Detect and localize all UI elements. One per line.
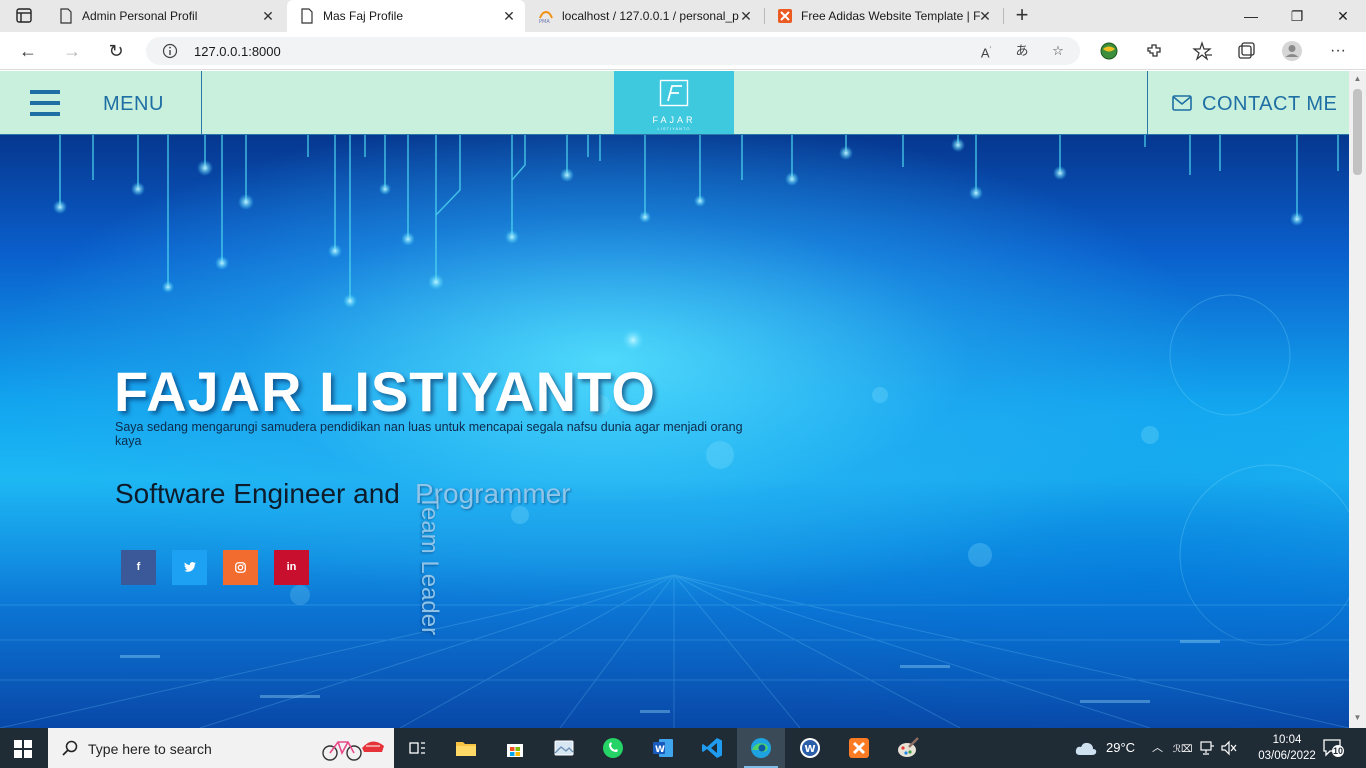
linkedin-icon: in [286,561,297,573]
url-field[interactable]: 127.0.0.1:8000 Aʼ あ ☆ [146,37,1080,65]
windows-taskbar: Type here to search W W 29°C ︿ ℛ⌧ 10:04 … [0,728,1366,768]
system-clock[interactable]: 10:04 03/06/2022 [1254,732,1320,764]
favorites-icon[interactable] [1191,40,1213,62]
page-scrollbar[interactable]: ▲ ▼ [1349,71,1366,728]
logo-text: FAJAR [652,115,696,125]
tab-title: Admin Personal Profil [82,9,198,23]
hero-role-vertical: Team Leader [416,495,443,636]
instagram-icon [235,562,246,573]
microsoft-word-icon[interactable]: W [650,735,676,761]
windows-start-icon[interactable] [14,740,32,758]
restore-icon[interactable]: ❐ [1274,0,1320,32]
menu-label[interactable]: MENU [103,93,164,116]
twitter-icon [183,562,196,572]
browser-tab-strip: Admin Personal Profil ✕ Mas Faj Profile … [0,0,1366,32]
app-w-icon[interactable]: W [797,735,823,761]
tab-separator [1003,8,1004,24]
twitter-button[interactable] [172,550,207,585]
photos-app-icon[interactable] [551,735,577,761]
linkedin-button[interactable]: in [274,550,309,585]
extension-globe-icon[interactable] [1098,40,1120,62]
volume-muted-icon[interactable] [1220,740,1238,756]
whatsapp-icon[interactable] [600,735,626,761]
file-explorer-icon[interactable] [453,735,479,761]
close-tab-icon[interactable]: ✕ [258,6,278,26]
new-tab-icon[interactable]: + [1010,4,1034,28]
hero-name-heading: FAJAR LISTIYANTO [114,360,656,423]
instagram-button[interactable] [223,550,258,585]
tab-actions-icon[interactable] [10,6,38,26]
svg-text:W: W [655,745,665,755]
input-language-icon[interactable]: ℛ⌧ [1173,741,1193,755]
close-tab-icon[interactable]: ✕ [736,6,756,26]
hero-section: FAJAR LISTIYANTO Saya sedang mengarungi … [0,135,1349,728]
taskbar-search-box[interactable]: Type here to search [48,728,394,768]
page-icon [60,8,72,24]
hero-tagline: Saya sedang mengarungi samudera pendidik… [115,420,743,448]
scroll-down-icon[interactable]: ▼ [1353,714,1362,722]
tab-title: Free Adidas Website Template | F [801,9,981,23]
paint-icon[interactable] [895,735,921,761]
svg-text:W: W [805,744,816,755]
close-tab-icon[interactable]: ✕ [499,6,519,26]
bicycle-helmet-icon [322,741,384,761]
more-options-icon[interactable]: ··· [1324,38,1352,64]
contact-me-button[interactable]: CONTACT ME [1147,71,1349,135]
close-window-icon[interactable]: ✕ [1320,0,1366,32]
site-info-icon[interactable] [162,43,178,59]
contact-me-label[interactable]: CONTACT ME [1202,93,1337,116]
show-hidden-icons-icon[interactable]: ︿ [1152,728,1163,768]
menu-button[interactable]: MENU [0,71,202,135]
forward-icon[interactable]: → [58,38,86,64]
logo-subtext: LISTIYANTO [657,126,691,131]
tab-title: localhost / 127.0.0.1 / personal_p [562,9,739,23]
xampp-icon[interactable] [846,735,872,761]
notification-count-badge: 10 [1332,746,1343,756]
tab-title: Mas Faj Profile [323,9,404,23]
minimize-icon[interactable]: — [1228,0,1274,32]
envelope-icon [1172,95,1192,111]
page-icon [301,8,313,24]
logo-f-icon [659,79,689,107]
task-view-icon[interactable] [404,735,430,761]
tab-admin-personal-profil[interactable]: Admin Personal Profil ✕ [46,0,284,32]
refresh-icon[interactable]: ↻ [102,38,130,64]
collections-icon[interactable] [1235,40,1257,62]
translate-icon[interactable]: あ [1012,42,1032,60]
clock-date: 03/06/2022 [1258,750,1316,762]
microsoft-edge-icon[interactable] [748,735,774,761]
site-logo[interactable]: FAJAR LISTIYANTO [614,71,734,134]
back-icon[interactable]: ← [14,38,42,64]
extensions-icon[interactable] [1143,40,1165,62]
phpmyadmin-icon: PMA [539,11,553,24]
network-icon[interactable] [1199,740,1215,756]
address-bar-row: ← → ↻ 127.0.0.1:8000 Aʼ あ ☆ ··· [0,32,1366,70]
microsoft-store-icon[interactable] [502,735,528,761]
svg-text:PMA: PMA [539,19,550,24]
page-viewport: MENU FAJAR LISTIYANTO CONTACT ME FAJAR L… [0,71,1349,728]
hamburger-icon[interactable] [30,90,60,116]
search-icon [62,740,78,756]
favorite-add-icon[interactable]: ☆ [1048,42,1068,60]
hero-role-prefix: Software Engineer and [115,478,400,509]
url-text: 127.0.0.1:8000 [194,44,281,59]
weather-temperature[interactable]: 29°C [1106,728,1135,768]
scroll-thumb[interactable] [1353,89,1362,175]
facebook-button[interactable]: f [121,550,156,585]
tab-mas-faj-profile[interactable]: Mas Faj Profile ✕ [287,0,525,32]
search-placeholder: Type here to search [88,741,212,757]
scroll-up-icon[interactable]: ▲ [1353,75,1362,83]
profile-avatar-icon[interactable] [1281,40,1303,62]
weather-cloud-icon[interactable] [1074,740,1098,756]
vscode-icon[interactable] [699,735,725,761]
svg-text:ℛ⌧: ℛ⌧ [1173,744,1193,755]
tab-phpmyadmin[interactable]: PMA localhost / 127.0.0.1 / personal_p ✕ [526,0,762,32]
site-header: MENU FAJAR LISTIYANTO CONTACT ME [0,71,1349,135]
facebook-icon: f [136,561,141,573]
close-tab-icon[interactable]: ✕ [975,6,995,26]
clock-time: 10:04 [1272,734,1302,746]
tab-adidas-template[interactable]: Free Adidas Website Template | F ✕ [765,0,1001,32]
read-aloud-icon[interactable]: Aʼ [976,42,996,60]
template-icon [778,9,792,23]
